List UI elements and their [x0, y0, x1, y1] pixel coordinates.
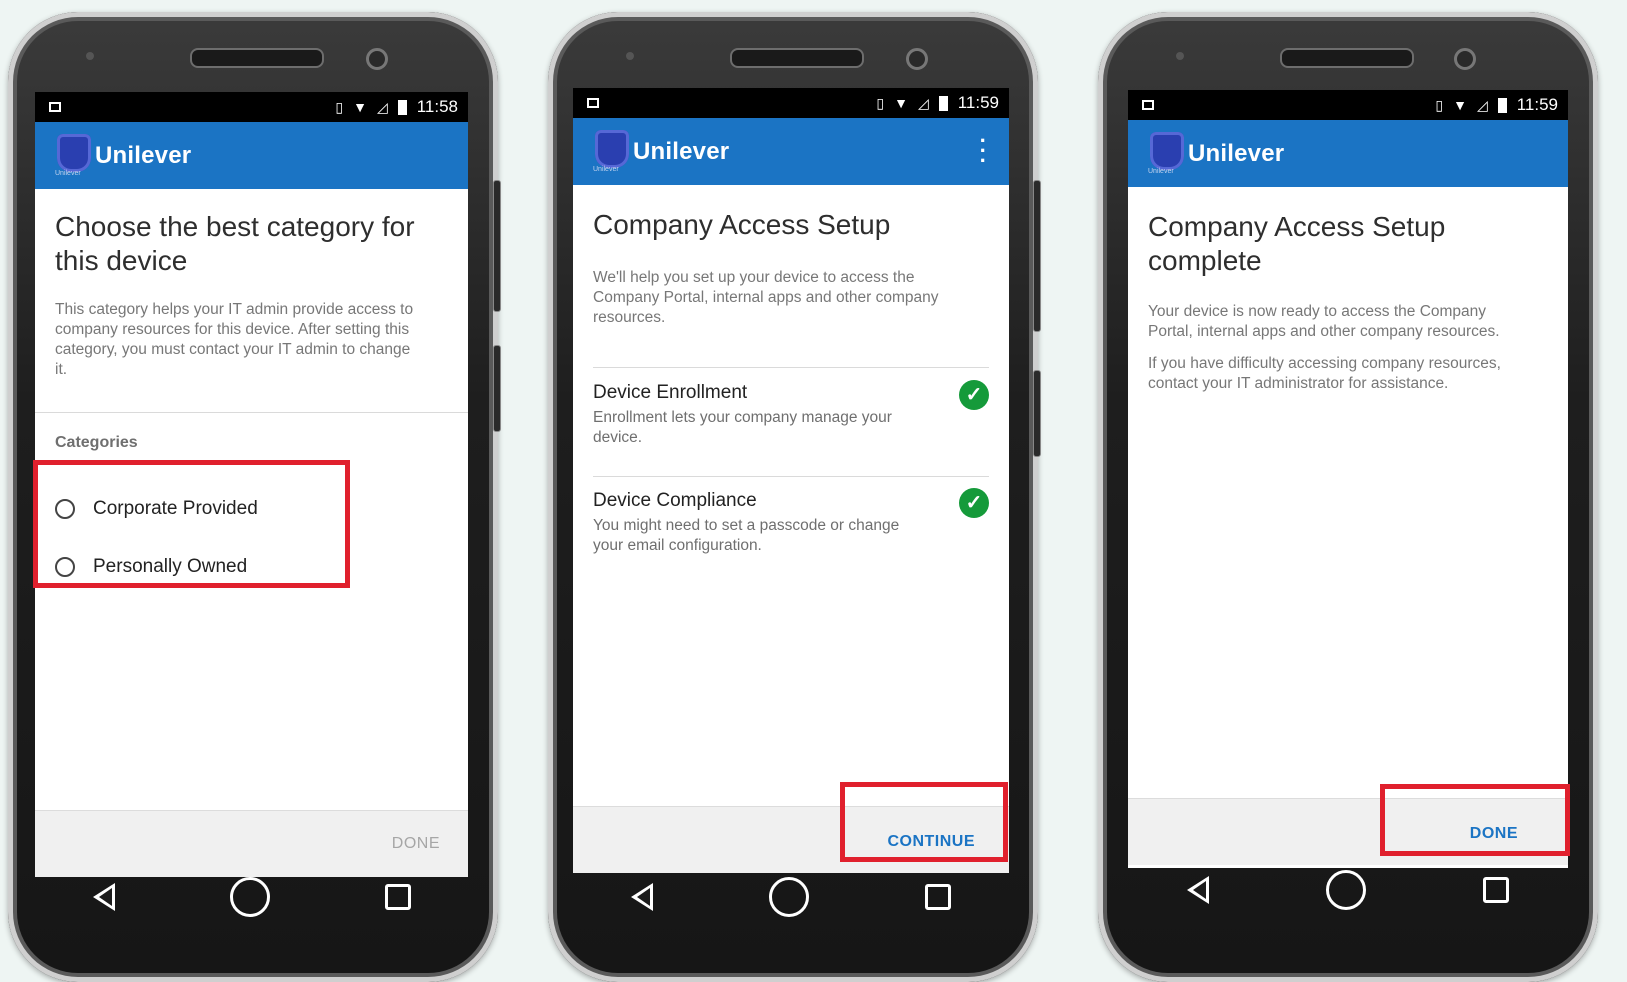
app-bar-title: Unilever [95, 142, 192, 169]
status-time: 11:58 [416, 97, 458, 116]
page-title: Choose the best category for this device [55, 211, 415, 276]
unilever-logo-icon [595, 130, 629, 168]
check-circle-icon: ✓ [959, 488, 989, 518]
app-bar: Unilever Unilever [1128, 120, 1568, 187]
status-time: 11:59 [1516, 95, 1558, 114]
page-title: Company Access Setup complete [1148, 211, 1446, 276]
battery-icon [938, 95, 948, 111]
item-title-device-compliance: Device Compliance [593, 490, 757, 511]
check-circle-icon: ✓ [959, 380, 989, 410]
divider [593, 476, 989, 477]
back-icon[interactable] [92, 883, 115, 911]
status-bar: ▯ ▼ ◿ 11:58 [35, 92, 468, 122]
status-bar: ▯ ▼ ◿ 11:59 [573, 88, 1009, 118]
volume-button [1033, 180, 1041, 332]
screen-3: ▯ ▼ ◿ 11:59 Unilever Unilever Company Ac… [1128, 90, 1568, 868]
unilever-logo-icon [57, 134, 91, 172]
wifi-icon: ▼ [894, 95, 908, 111]
earpiece [730, 48, 864, 68]
home-icon[interactable] [769, 877, 809, 917]
app-bar-title: Unilever [633, 138, 730, 165]
page-description: This category helps your IT admin provid… [55, 301, 414, 378]
page-title: Company Access Setup [593, 209, 891, 240]
sensor-dot [86, 52, 94, 60]
page-description: We'll help you set up your device to acc… [593, 269, 939, 326]
item-desc-device-enrollment: Enrollment lets your company manage your… [593, 409, 892, 446]
recent-apps-icon[interactable] [384, 884, 411, 910]
recent-apps-icon[interactable] [925, 884, 951, 910]
recent-apps-icon[interactable] [1483, 877, 1510, 903]
highlight-box-categories [33, 460, 350, 588]
vibrate-icon: ▯ [1435, 96, 1444, 113]
highlight-box-done [1380, 784, 1570, 856]
earpiece [190, 48, 324, 68]
home-icon[interactable] [1325, 870, 1366, 910]
divider [35, 412, 468, 413]
no-sim-icon: ◿ [376, 98, 388, 115]
wifi-icon: ▼ [1453, 97, 1467, 113]
divider [593, 367, 989, 368]
app-bar-title: Unilever [1188, 140, 1285, 167]
home-icon[interactable] [229, 877, 270, 917]
image-notification-icon [49, 102, 61, 112]
done-button[interactable]: DONE [392, 835, 440, 853]
nav-bar [35, 867, 468, 927]
unilever-logo-icon [1150, 132, 1184, 170]
no-sim-icon: ◿ [917, 94, 929, 111]
item-title-device-enrollment: Device Enrollment [593, 382, 748, 403]
categories-label: Categories [55, 434, 138, 451]
power-button [493, 345, 501, 432]
nav-bar [1128, 860, 1568, 920]
support-message: If you have difficulty accessing company… [1148, 355, 1501, 392]
sensor-dot [626, 52, 634, 60]
screen-2: ▯ ▼ ◿ 11:59 Unilever Unilever · · · Compan… [573, 88, 1009, 873]
nav-bar [573, 867, 1009, 927]
logo-subtext: Unilever [593, 166, 619, 173]
back-icon[interactable] [631, 883, 653, 911]
front-camera [366, 48, 388, 70]
earpiece [1280, 48, 1414, 68]
wifi-icon: ▼ [353, 99, 367, 115]
no-sim-icon: ◿ [1476, 96, 1488, 113]
front-camera [906, 48, 928, 70]
power-button [1033, 370, 1041, 457]
highlight-box-continue [840, 782, 1008, 862]
status-time: 11:59 [957, 93, 999, 112]
sensor-dot [1176, 52, 1184, 60]
back-icon[interactable] [1186, 876, 1209, 904]
front-camera [1454, 48, 1476, 70]
vibrate-icon: ▯ [335, 98, 344, 115]
volume-button [493, 180, 501, 312]
item-desc-device-compliance: You might need to set a passcode or chan… [593, 517, 900, 554]
logo-subtext: Unilever [1148, 168, 1174, 175]
completion-message: Your device is now ready to access the C… [1148, 303, 1500, 340]
image-notification-icon [587, 98, 599, 108]
status-bar: ▯ ▼ ◿ 11:59 [1128, 90, 1568, 120]
app-bar: Unilever Unilever [35, 122, 468, 189]
logo-subtext: Unilever [55, 170, 81, 177]
more-vert-icon[interactable]: · · · [980, 130, 987, 172]
battery-icon [397, 99, 407, 115]
vibrate-icon: ▯ [876, 94, 885, 111]
app-bar: Unilever Unilever · · · [573, 118, 1009, 185]
image-notification-icon [1142, 100, 1154, 110]
battery-icon [1497, 97, 1507, 113]
